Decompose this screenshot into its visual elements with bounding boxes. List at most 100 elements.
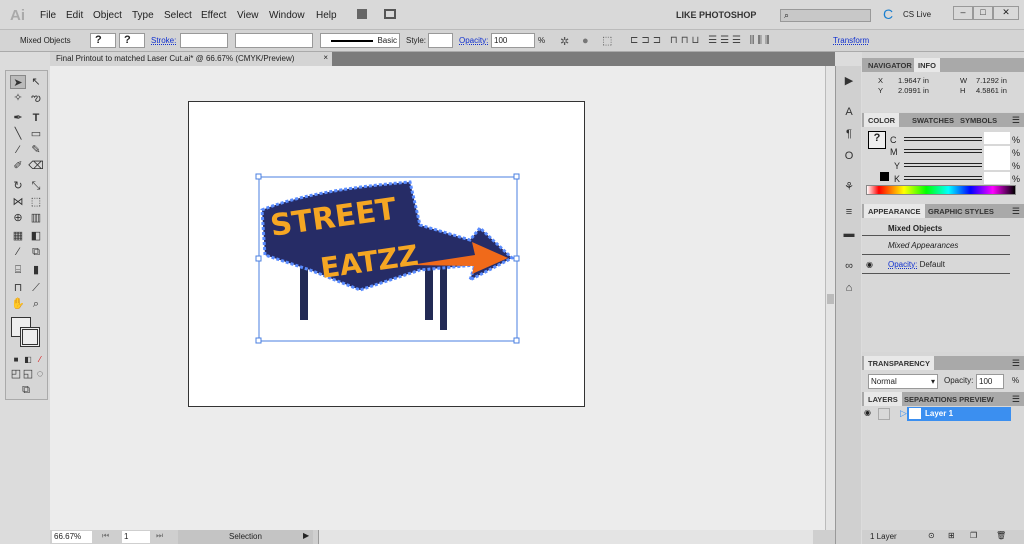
close-button[interactable]: ✕ [993, 6, 1019, 20]
panel-menu-icon[interactable]: ☰ [1012, 358, 1020, 369]
layer-row[interactable]: Layer 1 [907, 407, 1011, 421]
delete-layer-icon[interactable]: 🗑 [996, 531, 1006, 540]
graph-tool-icon[interactable]: ▮ [28, 263, 44, 277]
search-input[interactable]: ⌕ [780, 9, 871, 22]
panel-menu-icon[interactable]: ☰ [1012, 206, 1020, 217]
artboard-tool-icon[interactable]: ⊓ [10, 281, 26, 295]
transform-link[interactable]: Transform [833, 36, 869, 45]
opacity-link[interactable]: Opacity: [459, 36, 488, 45]
mesh-tool-icon[interactable]: ▦ [10, 229, 26, 243]
opacity-link[interactable]: Opacity: [888, 260, 917, 269]
screen-mode-icon[interactable]: ⧉ [18, 383, 34, 397]
visibility-eye-icon[interactable]: ◉ [866, 260, 873, 269]
menu-help[interactable]: Help [316, 10, 337, 21]
isolate-icon[interactable]: ● [582, 35, 589, 47]
type-tool-icon[interactable]: T [28, 111, 44, 125]
appearance-opacity-row[interactable]: Opacity: Default [862, 256, 1010, 274]
first-page-icon[interactable]: ⏮ [102, 531, 109, 541]
perspective-grid-tool-icon[interactable]: ▥ [28, 211, 44, 225]
layer-visibility-eye-icon[interactable]: ◉ [864, 408, 871, 417]
maximize-button[interactable]: □ [973, 6, 993, 20]
vertical-scrollbar[interactable] [825, 66, 835, 530]
magic-wand-tool-icon[interactable]: ✧ [10, 91, 26, 105]
links-panel-icon[interactable]: ∞ [842, 260, 856, 274]
menu-type[interactable]: Type [132, 10, 154, 21]
workspace-switcher[interactable]: LIKE PHOTOSHOP [676, 10, 756, 20]
pen-tool-icon[interactable]: ✒ [10, 111, 26, 125]
new-layer-icon[interactable]: ❐ [970, 531, 977, 540]
direct-selection-tool-icon[interactable]: ↖ [28, 75, 44, 89]
blend-tool-icon[interactable]: ⧉ [28, 245, 44, 259]
eyedropper-tool-icon[interactable]: ⁄ [10, 245, 26, 259]
scale-tool-icon[interactable]: ⤡ [28, 179, 44, 193]
last-page-icon[interactable]: ⏭ [156, 531, 163, 541]
stroke-link[interactable]: Stroke: [151, 36, 176, 45]
gradient-tool-icon[interactable]: ◧ [28, 229, 44, 243]
zoom-tool-icon[interactable]: ⌕ [28, 297, 44, 311]
eraser-tool-icon[interactable]: ⌫ [28, 159, 44, 173]
locate-object-icon[interactable]: ⊙ [928, 531, 935, 540]
free-transform-tool-icon[interactable]: ⬚ [28, 195, 44, 209]
channel-k-field[interactable] [984, 172, 1010, 184]
color-fill-stroke-icon[interactable]: ? [868, 131, 886, 149]
channel-m-slider[interactable] [904, 149, 982, 153]
stroke-weight-field[interactable] [180, 33, 228, 48]
rotate-tool-icon[interactable]: ↻ [10, 179, 26, 193]
panel-menu-icon[interactable]: ☰ [1012, 115, 1020, 126]
menu-edit[interactable]: Edit [66, 10, 83, 21]
slice-tool-icon[interactable]: ⟋ [28, 281, 44, 295]
pencil-tool-icon[interactable]: ✎ [28, 143, 44, 157]
last-color-swatch[interactable] [880, 172, 889, 181]
blob-brush-tool-icon[interactable]: ✐ [10, 159, 26, 173]
brushes-panel-icon[interactable]: ⚘ [842, 180, 856, 194]
tab-layers[interactable]: LAYERS [864, 392, 902, 406]
scroll-thumb[interactable] [827, 294, 834, 304]
channel-c-field[interactable] [984, 132, 1010, 144]
menu-effect[interactable]: Effect [201, 10, 226, 21]
page-select[interactable]: 1 [122, 531, 150, 543]
tab-appearance[interactable]: APPEARANCE [864, 204, 925, 218]
arrange-documents-icon[interactable] [384, 9, 396, 19]
minimize-button[interactable]: – [953, 6, 973, 20]
stroke-panel-icon[interactable]: ≡ [842, 206, 856, 220]
image-trace-panel-icon[interactable]: ⌂ [842, 282, 856, 296]
status-menu-arrow-icon[interactable]: ▶ [303, 531, 309, 540]
stroke-color-button[interactable]: ? [119, 33, 145, 48]
tab-separations-preview[interactable]: SEPARATIONS PREVIEW [900, 392, 998, 406]
color-spectrum[interactable] [866, 185, 1016, 195]
status-tool-display[interactable]: Selection [178, 530, 313, 544]
street-eatz-artwork[interactable]: STREET EATZZ [250, 170, 530, 350]
brush-select[interactable]: Basic [320, 33, 400, 48]
stroke-swatch[interactable] [20, 327, 40, 347]
cs-live-button[interactable]: CS Live [903, 10, 931, 19]
align-buttons-icon[interactable]: ⊏⊐⊐ ⊓⊓⊔ ☰☰☰ ⫼⫼⫼ [630, 35, 773, 46]
recolor-artwork-icon[interactable]: ✲ [560, 35, 569, 48]
opentype-panel-icon[interactable]: O [842, 150, 856, 164]
tab-info[interactable]: INFO [914, 58, 940, 72]
tab-swatches[interactable]: SWATCHES [908, 113, 958, 127]
channel-c-slider[interactable] [904, 137, 982, 141]
transparency-opacity-field[interactable]: 100 [976, 374, 1004, 389]
tab-color[interactable]: COLOR [864, 113, 900, 127]
expand-layer-icon[interactable]: ▷ [900, 408, 907, 419]
zoom-select[interactable]: 66.67% [52, 531, 92, 543]
tab-symbols[interactable]: SYMBOLS [956, 113, 1001, 127]
draw-inside-icon[interactable]: ◌ [32, 367, 48, 381]
character-panel-icon[interactable]: A [842, 106, 856, 120]
tab-transparency[interactable]: TRANSPARENCY [864, 356, 934, 370]
bridge-icon[interactable] [357, 9, 367, 19]
menu-object[interactable]: Object [93, 10, 122, 21]
menu-select[interactable]: Select [164, 10, 192, 21]
variable-width-select[interactable] [235, 33, 313, 48]
lasso-tool-icon[interactable]: ఌ [28, 91, 44, 105]
channel-y-field[interactable] [984, 158, 1010, 170]
symbol-sprayer-tool-icon[interactable]: ⌸ [10, 263, 26, 277]
rectangle-tool-icon[interactable]: ▭ [28, 127, 44, 141]
document-tab[interactable]: Final Printout to matched Laser Cut.ai* … [50, 52, 332, 66]
selection-tool-icon[interactable]: ➤ [10, 75, 26, 89]
close-document-icon[interactable]: × [323, 53, 328, 62]
menu-file[interactable]: File [40, 10, 56, 21]
channel-y-slider[interactable] [904, 163, 982, 167]
gradient-panel-icon[interactable]: ▬ [842, 228, 856, 242]
line-tool-icon[interactable]: ╲ [10, 127, 26, 141]
